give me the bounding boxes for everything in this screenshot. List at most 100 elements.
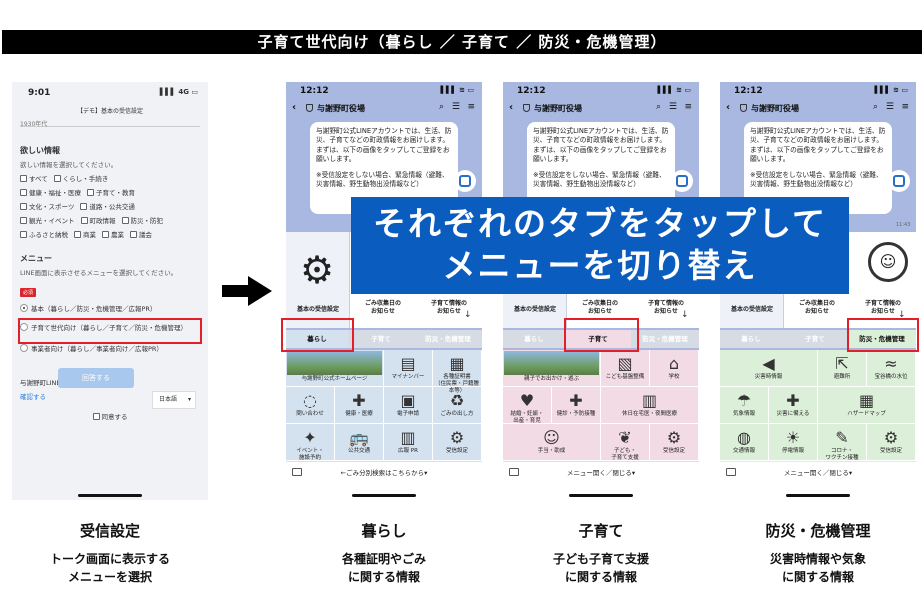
garbage-day-tile[interactable]: ごみ収集日の お知らせ (350, 300, 416, 316)
kosodate-info-tile[interactable]: 子育て情報の お知らせ (416, 300, 482, 316)
status-bar: 12:12 ▌▌▌ ≋ ▭ (503, 82, 699, 98)
info-checkbox[interactable]: 農業 (102, 231, 124, 239)
menu-cell[interactable]: ⚙ 受信設定 (867, 424, 916, 461)
search-icon[interactable]: ⌕ (873, 102, 878, 112)
caption-text: に関する情報 (347, 570, 420, 584)
menu-cell[interactable]: ⚙ 受信設定 (433, 424, 482, 461)
info-checkbox[interactable]: 防災・防犯 (121, 217, 163, 225)
menu-cell[interactable]: ☂ 気象情報 (720, 387, 769, 424)
menu-cell[interactable]: ✎ コロナ・ ワクチン接種 (818, 424, 867, 461)
tab-kosodate[interactable]: 子育て (782, 330, 848, 348)
keyboard-icon[interactable] (726, 468, 736, 476)
menu-cell[interactable]: ✦ イベント・ 施設予約 (286, 424, 335, 461)
keyboard-icon[interactable] (509, 468, 519, 476)
age-select[interactable]: 1930年代 (20, 119, 200, 128)
menu-cell[interactable]: ▤ マイナンバー (384, 350, 433, 387)
checkbox-box (80, 217, 88, 224)
garbage-day-tile[interactable]: ごみ収集日の お知らせ (784, 300, 850, 316)
menu-cell[interactable]: ♻ ごみの出し方 (433, 387, 482, 424)
language-select[interactable]: 日本語 ▾ (152, 391, 196, 409)
menu-cell[interactable]: ▦ ハザードマップ (818, 387, 916, 424)
info-checkbox[interactable]: 商業 (74, 231, 96, 239)
verified-shield-icon (306, 104, 313, 112)
share-button[interactable] (671, 170, 693, 192)
menu-icon[interactable]: ≡ (684, 102, 692, 112)
list-icon[interactable]: ☰ (452, 102, 460, 112)
menu-cell[interactable]: ▥ 広報 PR (384, 424, 433, 461)
menu-cell[interactable]: ▥ 休日在宅医・夜間医療 (601, 387, 699, 424)
tab-kurashi[interactable]: 暮らし (503, 330, 565, 348)
info-checkbox[interactable]: 健康・福祉・医療 (20, 189, 81, 197)
menu-cell[interactable]: ⌂ 学校 (650, 350, 699, 387)
share-button[interactable] (454, 170, 476, 192)
menu-cell[interactable]: ⇱ 避難所 (818, 350, 867, 387)
menu-cell[interactable]: ✚ 健診・予防接種 (552, 387, 601, 424)
menu-cell[interactable]: 親子でお出かけ・遊ぶ (503, 350, 601, 387)
chevron-down-icon[interactable]: ↓ (681, 310, 689, 320)
menu-cell-label: 広報 PR (398, 448, 418, 454)
message-text: 与謝野町公式LINEアカウントでは、生活、防災、子育てなどの町政情報をお届けしま… (533, 127, 669, 164)
menu-cell[interactable]: ☀ 停電情報 (769, 424, 818, 461)
submit-button[interactable]: 回答する (58, 368, 134, 388)
menu-cell-label: 交通情報 (732, 448, 755, 454)
radio-basic[interactable]: 基本（暮らし／防災・危機管理／広報PR） (20, 303, 200, 313)
list-icon[interactable]: ☰ (669, 102, 677, 112)
menu-cell-label: 宝谷橋の水位 (874, 374, 908, 380)
info-checkbox[interactable]: 文化・スポーツ (20, 203, 74, 211)
caption-title: 受信設定 (79, 522, 140, 540)
tab-kosodate[interactable]: 子育て (348, 330, 414, 348)
tab-bousai[interactable]: 防災・危機管理 (414, 330, 482, 348)
menu-cell[interactable]: ▣ 電子申請 (384, 387, 433, 424)
menu-cell[interactable]: ☺ 手当・助成 (503, 424, 601, 461)
status-time: 12:12 (517, 86, 546, 96)
info-checkbox[interactable]: 観光・イベント (20, 217, 75, 225)
menu-cell[interactable]: ✚ 健康・医療 (335, 387, 384, 424)
garbage-day-tile[interactable]: ごみ収集日の お知らせ (567, 300, 633, 316)
info-checkbox[interactable]: ふるさと納税 (20, 231, 68, 239)
menu-cell[interactable]: ◀ 災害時情報 (720, 350, 818, 387)
info-checkbox[interactable]: くらし・手続き (53, 175, 109, 183)
search-icon[interactable]: ⌕ (439, 102, 444, 112)
agree-checkbox[interactable]: 同意する (20, 411, 200, 421)
menu-cell[interactable]: 🚌 公共交通 (335, 424, 384, 461)
basic-settings-tile[interactable]: ⚙ 基本の受信設定 (286, 232, 350, 328)
info-checkbox[interactable]: 子育て・教育 (87, 189, 135, 197)
back-arrow-icon[interactable]: ‹ (726, 102, 730, 113)
checkbox-label: くらし・手続き (62, 175, 109, 183)
info-checkbox[interactable]: すべて (20, 175, 48, 183)
radio-business[interactable]: 事業者向け（暮らし／事業者向け／広報PR） (20, 343, 200, 353)
back-arrow-icon[interactable]: ‹ (292, 102, 296, 113)
menu-cell[interactable]: ◌ 問い合わせ (286, 387, 335, 424)
menu-cell[interactable]: ❦ 子ども・ 子育て支援 (601, 424, 650, 461)
tab-bousai[interactable]: 防災・危機管理 (631, 330, 699, 348)
verified-shield-icon (523, 104, 530, 112)
share-button[interactable] (888, 170, 910, 192)
menu-cell[interactable]: ≈ 宝谷橋の水位 (867, 350, 916, 387)
menu-cell[interactable]: ✚ 災害に備える (769, 387, 818, 424)
menu-cell[interactable]: 与謝野町公式ホームページ (286, 350, 384, 387)
menu-cell[interactable]: ▦ 各種証明書 （住民票・戸籍謄本等） (433, 350, 482, 394)
menu-toggle-bar[interactable]: メニュー開く／閉じる▾ (503, 462, 699, 484)
menu-cell[interactable]: ♥ 結婚・妊娠・ 出産・育児 (503, 387, 552, 424)
e-apply-icon: ▣ (400, 391, 416, 410)
back-arrow-icon[interactable]: ‹ (509, 102, 513, 113)
list-icon[interactable]: ☰ (886, 102, 894, 112)
menu-toggle-bar[interactable]: メニュー開く／閉じる▾ (720, 462, 916, 484)
menu-cell[interactable]: ▧ こども基盤整備 (601, 350, 650, 387)
tab-kurashi[interactable]: 暮らし (720, 330, 782, 348)
menu-cell[interactable]: ◍ 交通情報 (720, 424, 769, 461)
menu-cell[interactable]: ⚙ 受信設定 (650, 424, 699, 461)
keyboard-icon[interactable] (292, 468, 302, 476)
menu-toggle-bar[interactable]: ←ごみ分別検索はこちらから▾ (286, 462, 482, 484)
search-icon[interactable]: ⌕ (656, 102, 661, 112)
caption-title: 暮らし (361, 522, 407, 540)
menu-cell-label: 健康・医療 (345, 411, 373, 417)
info-checkbox[interactable]: 町政情報 (80, 217, 116, 225)
info-checkbox[interactable]: 議会 (130, 231, 152, 239)
menu-icon[interactable]: ≡ (901, 102, 909, 112)
kosodate-info-tile[interactable]: 子育て情報の お知らせ (633, 300, 699, 316)
menu-icon[interactable]: ≡ (467, 102, 475, 112)
chevron-down-icon[interactable]: ↓ (464, 310, 472, 320)
info-checkbox[interactable]: 道路・公共交通 (80, 203, 135, 211)
kosodate-info-tile[interactable]: 子育て情報の お知らせ (850, 300, 916, 316)
